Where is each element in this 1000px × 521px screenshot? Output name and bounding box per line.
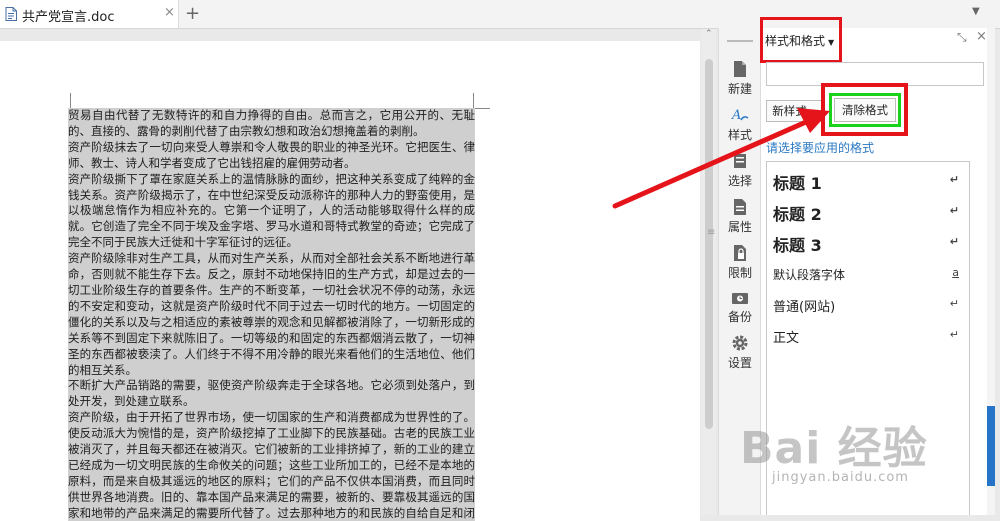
properties-icon bbox=[734, 199, 746, 215]
document-tab[interactable]: 共产党宣言.doc × bbox=[0, 0, 179, 28]
tool-label: 备份 bbox=[727, 310, 752, 324]
scroll-grip-icon: ≡ bbox=[707, 227, 716, 238]
tool-new[interactable]: 新建 bbox=[719, 60, 761, 97]
scroll-up-icon[interactable]: ⌃ bbox=[705, 29, 713, 39]
paragraph-mark-icon: ↵ bbox=[949, 328, 959, 341]
tool-label: 限制 bbox=[727, 266, 752, 280]
paragraph-mark-icon: ↵ bbox=[949, 173, 959, 186]
tool-label: 设置 bbox=[727, 356, 752, 370]
paragraph-mark-icon: ↵ bbox=[949, 204, 959, 217]
toolbar-divider bbox=[727, 40, 753, 42]
new-document-icon bbox=[734, 61, 746, 77]
document-paragraph[interactable]: 资产阶级撕下了罩在家庭关系上的温情脉脉的面纱，把这种关系变成了纯粹的金钱关系。资… bbox=[68, 171, 475, 252]
style-item-normal-web[interactable]: 普通(网站) ↵ bbox=[773, 296, 963, 315]
restrict-icon bbox=[734, 245, 746, 261]
tool-properties[interactable]: 属性 bbox=[719, 198, 761, 235]
panel-title-dropdown[interactable]: 样式和格式 ▼ bbox=[760, 17, 842, 63]
document-tab-title: 共产党宣言.doc bbox=[22, 10, 115, 25]
character-style-icon: a bbox=[952, 266, 959, 279]
document-paragraph[interactable]: 贸易自由代替了无数特许的和自力挣得的自由。总而言之，它用公开的、无耻的、直接的、… bbox=[68, 108, 475, 140]
style-name: 默认段落字体 bbox=[773, 268, 846, 282]
tool-label: 属性 bbox=[727, 220, 752, 234]
tool-label: 样式 bbox=[727, 128, 752, 142]
tool-settings[interactable]: 设置 bbox=[719, 334, 761, 371]
clear-format-button[interactable]: 清除格式 bbox=[834, 98, 896, 122]
document-icon bbox=[5, 7, 17, 21]
document-paragraph[interactable]: 资产阶级除非对生产工具，从而对生产关系，从而对全部社会关系不断地进行革命，否则就… bbox=[68, 251, 475, 379]
backup-icon bbox=[732, 293, 748, 304]
tool-style[interactable]: A 样式 bbox=[719, 106, 761, 143]
annotation-highlight-box bbox=[760, 17, 842, 63]
tool-select[interactable]: 选择 bbox=[719, 152, 761, 189]
watermark-url: jingyan.baidu.com bbox=[772, 470, 909, 485]
style-item-heading-2[interactable]: 标题 2 ↵ bbox=[773, 201, 963, 225]
style-item-heading-3[interactable]: 标题 3 ↵ bbox=[773, 232, 963, 256]
panel-close-icon[interactable]: × bbox=[976, 29, 987, 44]
document-area: 贸易自由代替了无数特许的和自力挣得的自由。总而言之，它用公开的、无耻的、直接的、… bbox=[0, 29, 718, 521]
tool-restrict[interactable]: 限制 bbox=[719, 244, 761, 281]
tool-backup[interactable]: 备份 bbox=[719, 290, 761, 325]
paragraph-mark-icon: ↵ bbox=[949, 297, 959, 310]
margin-mark bbox=[473, 93, 474, 109]
style-item-body-text[interactable]: 正文 ↵ bbox=[773, 327, 963, 346]
document-paragraph[interactable]: 资产阶级抹去了一切向来受人尊崇和令人敬畏的职业的神圣光环。它把医生、律师、教士、… bbox=[68, 139, 475, 172]
tab-bar: 共产党宣言.doc × + ▼ bbox=[0, 0, 1000, 29]
svg-text:A: A bbox=[731, 108, 741, 123]
margin-mark bbox=[70, 93, 71, 109]
document-scrollbar[interactable]: ⌃ ≡ bbox=[702, 29, 716, 515]
document-page[interactable]: 贸易自由代替了无数特许的和自力挣得的自由。总而言之，它用公开的、无耻的、直接的、… bbox=[0, 41, 700, 521]
document-body[interactable]: 贸易自由代替了无数特许的和自力挣得的自由。总而言之，它用公开的、无耻的、直接的、… bbox=[68, 108, 475, 521]
baidu-watermark: Bai 经验 jingyan.baidu.com bbox=[740, 412, 990, 512]
gear-icon bbox=[732, 335, 748, 351]
style-icon: A bbox=[731, 108, 749, 123]
tab-close-icon[interactable]: × bbox=[164, 5, 175, 20]
choose-style-label: 请选择要应用的格式 bbox=[766, 141, 875, 155]
document-paragraph[interactable]: 资产阶级，由于开拓了世界市场，使一切国家的生产和消费都成为世界性的了。使反动派大… bbox=[68, 410, 475, 521]
add-tab-icon[interactable]: + bbox=[185, 3, 200, 24]
paragraph-mark-icon: ↵ bbox=[949, 235, 959, 248]
style-name: 标题 3 bbox=[773, 236, 822, 255]
style-item-heading-1[interactable]: 标题 1 ↵ bbox=[773, 170, 963, 194]
select-icon bbox=[734, 154, 746, 168]
style-item-default-paragraph-font[interactable]: 默认段落字体 a bbox=[773, 266, 963, 283]
scrollbar-thumb[interactable] bbox=[705, 59, 713, 429]
tool-label: 选择 bbox=[727, 174, 752, 188]
tool-label: 新建 bbox=[727, 82, 752, 96]
new-style-button[interactable]: 新样式... bbox=[766, 100, 824, 122]
tab-menu-icon[interactable]: ▼ bbox=[972, 6, 980, 17]
style-name: 正文 bbox=[773, 331, 800, 346]
style-name: 普通(网站) bbox=[773, 300, 836, 315]
style-name: 标题 1 bbox=[773, 174, 822, 193]
watermark-brand: Bai 经验 bbox=[740, 423, 928, 474]
panel-restore-icon[interactable]: ⤡ bbox=[957, 30, 967, 45]
document-paragraph[interactable]: 不断扩大产品销路的需要，驱使资产阶级奔走于全球各地。它必须到处落户，到处开发，到… bbox=[68, 378, 475, 411]
style-name: 标题 2 bbox=[773, 205, 822, 224]
